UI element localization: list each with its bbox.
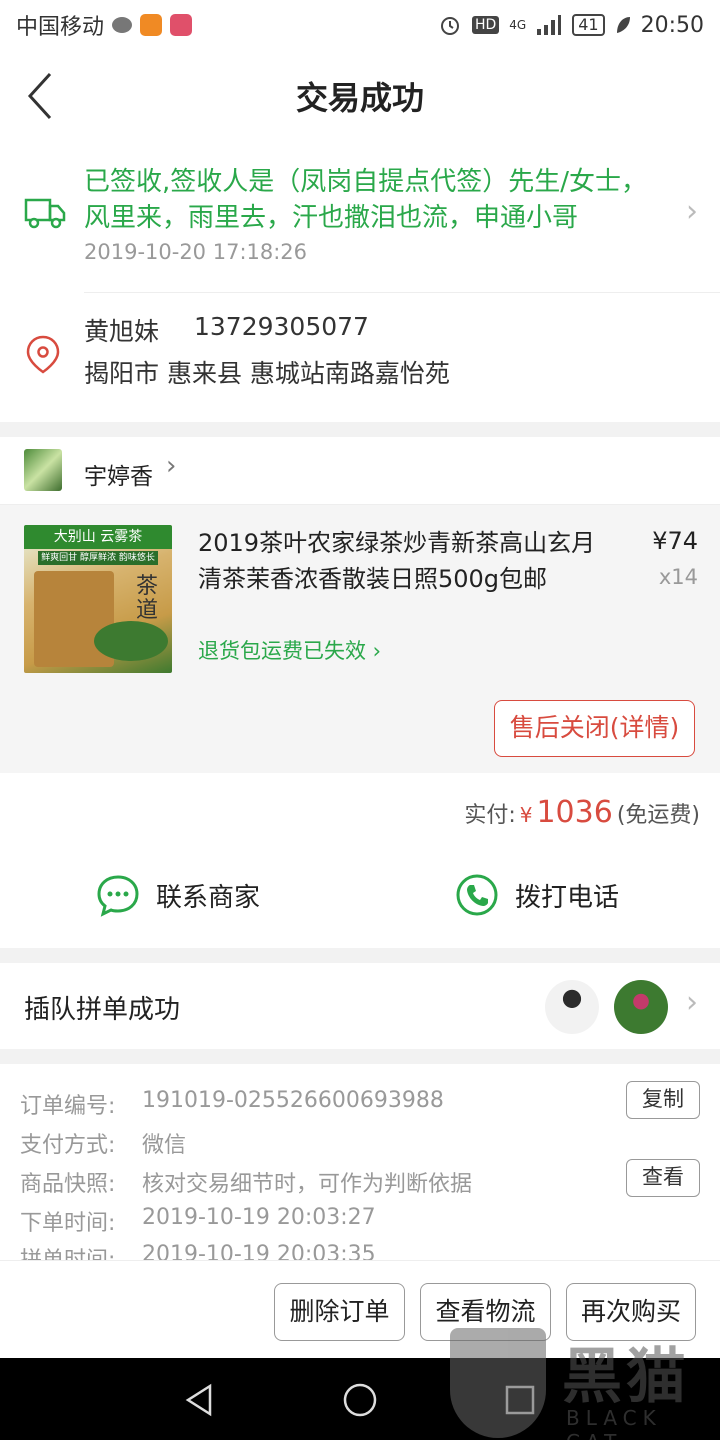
call-phone-label: 拨打电话: [515, 882, 620, 913]
watermark-text: 黑猫: [562, 1342, 690, 1412]
group-order-text: 插队拼单成功: [24, 995, 181, 1025]
hd-badge: HD: [471, 16, 500, 34]
signal-icon: [537, 15, 562, 35]
battery-indicator: 41: [572, 14, 605, 36]
order-detail-page: 中国移动 HD 4G 41 20:50 交易成功 已签收,签收人是（凤岗自提点代…: [0, 0, 720, 1440]
product-image-tagline: 鲜爽回甘 醇厚鲜浓 韵味悠长: [38, 551, 158, 565]
order-info-key: 拼单时间:: [20, 1242, 142, 1260]
product-price: ¥74: [652, 527, 698, 555]
network-label: 4G: [509, 18, 527, 32]
order-info-key: 支付方式:: [20, 1133, 116, 1158]
order-info-key: 订单编号:: [20, 1094, 116, 1119]
order-info-card: 订单编号: 191019-025526600693988 复制 支付方式: 微信 商…: [0, 1064, 720, 1260]
order-time: 2019-10-19 20:03:27: [142, 1205, 376, 1230]
order-info-row: 商品快照: 核对交易细节时，可作为判断依据: [20, 1166, 472, 1198]
product-image-band: 大别山 云雾茶: [24, 525, 172, 549]
status-right: HD 4G 41 20:50: [438, 13, 704, 38]
navigation-bar: 交易成功: [0, 50, 720, 142]
product-quantity: x14: [658, 565, 698, 589]
paid-amount: 实付: ¥ 1036 (免运费): [464, 795, 700, 830]
logistics-chevron-icon[interactable]: ›: [686, 194, 698, 229]
contact-merchant-button[interactable]: 联系商家: [96, 873, 260, 917]
cat-shield-icon: [450, 1328, 546, 1438]
avatar[interactable]: [545, 980, 599, 1034]
paid-label: 实付:: [464, 803, 516, 828]
product-image-cha: 茶道: [136, 574, 159, 623]
address-line: 揭阳市 惠来县 惠城站南路嘉怡苑: [84, 359, 450, 388]
group-chevron-icon[interactable]: ›: [686, 985, 698, 1020]
wechat-icon: [112, 17, 133, 33]
group-time: 2019-10-19 20:03:35: [142, 1242, 376, 1260]
order-info-row: 拼单时间:2019-10-19 20:03:35: [20, 1242, 376, 1260]
recipient-name: 黄旭妹: [84, 317, 160, 346]
product-title[interactable]: 2019茶叶农家绿茶炒青新茶高山玄月清茶茉香浓香散装日照500g包邮: [198, 525, 618, 597]
order-info-row: 下单时间: 2019-10-19 20:03:27: [20, 1205, 376, 1237]
paid-value: 1036: [536, 795, 613, 830]
back-triangle-icon[interactable]: [180, 1380, 220, 1420]
call-phone-button[interactable]: 拨打电话: [455, 873, 619, 917]
logistics-time: 2019-10-20 17:18:26: [84, 240, 308, 264]
video-app-icon: [140, 14, 163, 36]
return-shipping-text: 退货包运费已失效: [198, 639, 366, 663]
home-circle-icon[interactable]: [340, 1380, 380, 1420]
payment-contact-card: 实付: ¥ 1036 (免运费) 联系商家 拨打电话: [0, 773, 720, 948]
shop-name[interactable]: 宇婷香: [84, 457, 153, 491]
shop-chevron-icon[interactable]: ›: [166, 451, 176, 481]
watermark-subtext: BLACK CAT: [566, 1406, 662, 1440]
delete-order-button[interactable]: 删除订单: [274, 1283, 405, 1341]
leaf-icon: [616, 17, 630, 33]
product-item[interactable]: 大别山 云雾茶 鲜爽回甘 醇厚鲜浓 韵味悠长 茶道 2019茶叶农家绿茶炒青新茶…: [0, 505, 720, 773]
divider: [84, 292, 720, 293]
currency-symbol: ¥: [519, 803, 533, 827]
snapshot-note: 核对交易细节时，可作为判断依据: [142, 1172, 473, 1197]
group-order-row[interactable]: 插队拼单成功 ›: [0, 963, 720, 1049]
chat-bubble-icon: [97, 875, 139, 917]
order-info-key: 商品快照:: [20, 1172, 116, 1197]
order-info-row: 支付方式: 微信: [20, 1127, 186, 1159]
truck-icon: [24, 198, 66, 229]
return-chevron-icon: ›: [366, 639, 382, 663]
page-title: 交易成功: [295, 79, 424, 117]
shop-avatar: [24, 449, 62, 491]
product-image[interactable]: 大别山 云雾茶 鲜爽回甘 醇厚鲜浓 韵味悠长 茶道: [24, 525, 172, 673]
location-pin-icon: [26, 335, 60, 374]
contact-merchant-label: 联系商家: [156, 882, 261, 913]
after-sale-button[interactable]: 售后关闭(详情): [494, 700, 695, 757]
phone-icon: [456, 874, 498, 916]
order-number: 191019-025526600693988: [142, 1088, 444, 1113]
shipping-note: (免运费): [616, 803, 700, 828]
view-snapshot-button[interactable]: 查看: [626, 1159, 700, 1197]
order-info-key: 下单时间:: [20, 1211, 116, 1236]
watermark-logo: 黑猫 BLACK CAT: [446, 1320, 720, 1440]
huawei-app-icon: [170, 14, 193, 36]
shop-row[interactable]: 宇婷香 ›: [0, 437, 720, 505]
return-shipping-note[interactable]: 退货包运费已失效 ›: [198, 635, 381, 665]
logistics-status-text[interactable]: 已签收,签收人是（凤岗自提点代签）先生/女士，风里来，雨里去，汗也撒泪也流，申通…: [84, 164, 664, 236]
carrier-label: 中国移动: [16, 15, 105, 40]
back-arrow-icon[interactable]: [26, 68, 66, 124]
recipient-phone: 13729305077: [194, 312, 369, 341]
alarm-icon: [440, 17, 459, 35]
product-image-leaves: [94, 621, 168, 661]
status-bar: 中国移动 HD 4G 41 20:50: [0, 0, 720, 50]
payment-method: 微信: [142, 1133, 187, 1158]
avatar[interactable]: [614, 980, 668, 1034]
order-info-row: 订单编号: 191019-025526600693988: [20, 1088, 444, 1120]
copy-button[interactable]: 复制: [626, 1081, 700, 1119]
logistics-address-card: 已签收,签收人是（凤岗自提点代签）先生/女士，风里来，雨里去，汗也撒泪也流，申通…: [0, 142, 720, 422]
clock-label: 20:50: [640, 12, 704, 38]
